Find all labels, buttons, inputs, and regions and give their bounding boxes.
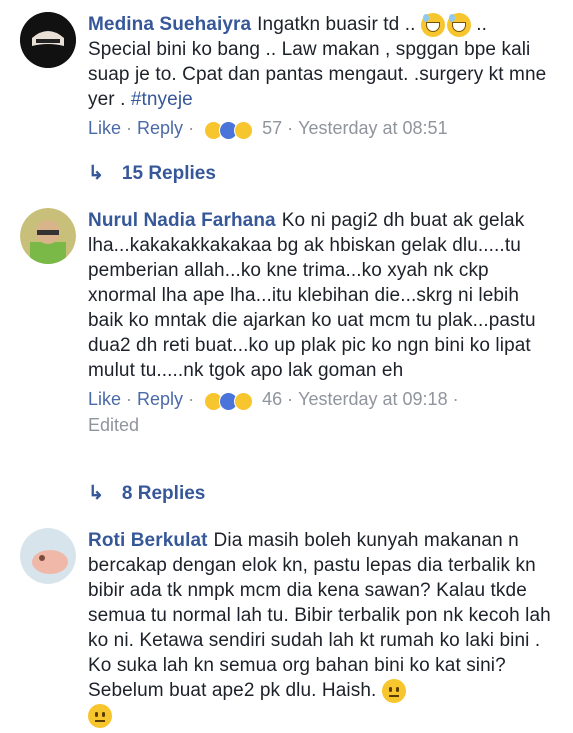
avatar[interactable] xyxy=(20,528,76,584)
edited-label: Edited xyxy=(88,414,140,435)
neutral-face-emoji-icon xyxy=(88,703,112,728)
timestamp[interactable]: Yesterday at 08:51 xyxy=(298,118,447,138)
reaction-count: 46 xyxy=(262,389,283,409)
reaction-count: 57 xyxy=(262,118,283,138)
comment-text: Medina Suehaiyra Ingatkn buasir td .. .. … xyxy=(88,12,547,110)
view-replies-link[interactable]: ↳ 15 Replies xyxy=(88,162,216,185)
comment-author[interactable]: Roti Berkulat xyxy=(88,530,208,551)
comment-author[interactable]: Medina Suehaiyra xyxy=(88,14,251,35)
neutral-face-emoji-icon xyxy=(381,678,406,703)
grinning-sweat-emoji-icon xyxy=(446,12,471,37)
like-button[interactable]: Like xyxy=(88,118,121,138)
like-button[interactable]: Like xyxy=(88,389,121,409)
reply-arrow-icon: ↳ xyxy=(88,483,104,504)
reply-arrow-icon: ↳ xyxy=(88,163,104,184)
timestamp[interactable]: Yesterday at 09:18 xyxy=(298,389,447,409)
comment-author[interactable]: Nurul Nadia Farhana xyxy=(88,210,276,231)
view-replies-link[interactable]: ↳ 8 Replies xyxy=(88,482,205,505)
avatar[interactable] xyxy=(20,208,76,264)
avatar[interactable] xyxy=(20,12,76,68)
wow-reaction-icon xyxy=(234,391,254,411)
reply-button[interactable]: Reply xyxy=(137,118,183,138)
reactions-summary[interactable] xyxy=(204,388,254,413)
grinning-sweat-emoji-icon xyxy=(420,12,445,37)
reactions-summary[interactable] xyxy=(204,117,254,142)
comment-text: Roti Berkulat Dia masih boleh kunyah maka… xyxy=(88,528,555,728)
comment-actions: Like · Reply · 57 · Yesterday at 08:51 xyxy=(88,116,555,142)
wow-reaction-icon xyxy=(234,120,254,140)
reply-button[interactable]: Reply xyxy=(137,389,183,409)
hashtag-link[interactable]: #tnyeje xyxy=(131,89,193,110)
comment-text: Nurul Nadia Farhana Ko ni pagi2 dh buat a… xyxy=(88,210,536,381)
comment-actions: Like · Reply · 46 · Yesterday at 09:18 · xyxy=(88,387,555,413)
